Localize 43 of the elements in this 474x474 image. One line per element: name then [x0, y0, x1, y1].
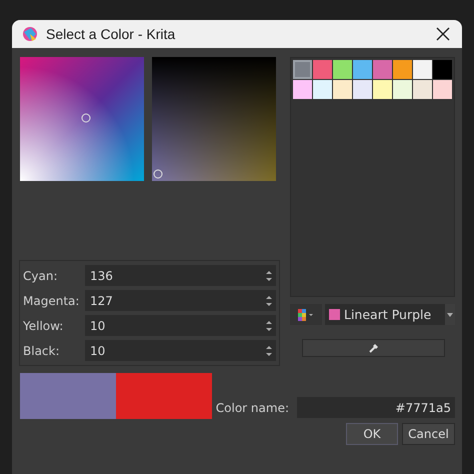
color-swatch[interactable] — [293, 80, 312, 99]
spin-arrows-icon[interactable] — [266, 320, 272, 332]
field-label: Yellow: — [23, 318, 64, 332]
color-swatch[interactable] — [413, 60, 432, 79]
app-icon — [22, 26, 38, 42]
field-label: Cyan: — [23, 268, 58, 282]
color-swatch[interactable] — [373, 60, 392, 79]
color-swatch[interactable] — [353, 80, 372, 99]
color-swatch[interactable] — [313, 60, 332, 79]
value-field[interactable] — [152, 57, 276, 181]
color-swatch[interactable] — [393, 80, 412, 99]
field-label: Black: — [23, 344, 61, 358]
eyedropper-icon — [368, 342, 380, 354]
ok-button[interactable]: OK — [346, 423, 398, 445]
window-title: Select a Color - Krita — [46, 26, 176, 42]
color-swatch[interactable] — [313, 80, 332, 99]
color-swatch[interactable] — [433, 80, 452, 99]
spin-box[interactable]: 10 — [85, 315, 276, 336]
color-swatch[interactable] — [353, 60, 372, 79]
color-swatch[interactable] — [413, 80, 432, 99]
color-name-label: Color name: — [216, 400, 289, 414]
color-swatch[interactable] — [433, 60, 452, 79]
palette-grid-icon — [298, 308, 314, 320]
dropdown-arrow-icon — [447, 312, 453, 316]
cancel-button[interactable]: Cancel — [402, 423, 455, 445]
color-swatch[interactable] — [293, 60, 312, 79]
spin-arrows-icon[interactable] — [266, 294, 272, 306]
color-swatch[interactable] — [373, 80, 392, 99]
palette-dropdown[interactable]: Lineart Purple — [325, 304, 455, 325]
spin-arrows-icon[interactable] — [266, 344, 272, 356]
close-icon[interactable] — [436, 27, 450, 41]
color-swatch[interactable] — [333, 80, 352, 99]
spin-box[interactable]: 136 — [85, 265, 276, 286]
field-label: Magenta: — [23, 294, 80, 308]
color-swatch[interactable] — [393, 60, 412, 79]
spin-box[interactable]: 10 — [85, 340, 276, 361]
color-swatch[interactable] — [333, 60, 352, 79]
eyedropper-button[interactable] — [302, 339, 445, 357]
palette-menu-button[interactable] — [290, 304, 322, 325]
spin-box[interactable]: 127 — [85, 290, 276, 311]
hue-saturation-field[interactable] — [20, 57, 144, 181]
color-name-field[interactable]: #7771a5 — [297, 397, 455, 418]
spin-arrows-icon[interactable] — [266, 270, 272, 282]
